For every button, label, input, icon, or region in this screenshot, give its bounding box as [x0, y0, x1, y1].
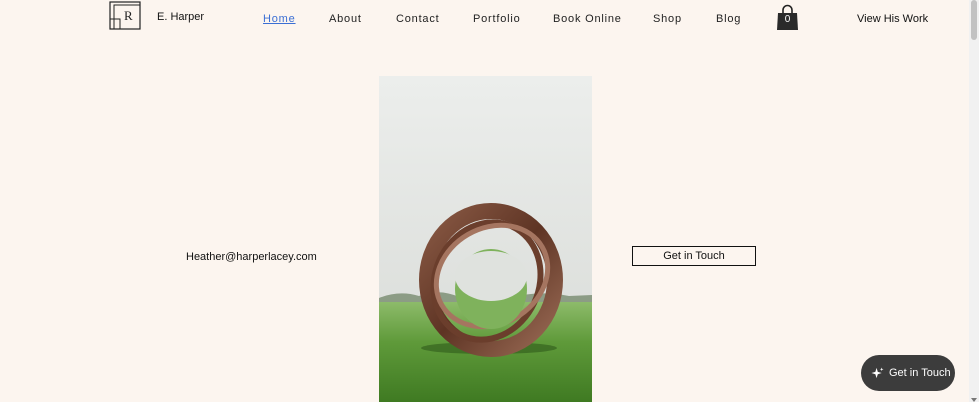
scroll-down-arrow-icon[interactable] [971, 398, 977, 402]
nav-item-portfolio[interactable]: Portfolio [473, 13, 521, 25]
scrollbar[interactable] [969, 0, 979, 402]
nav-item-book-online[interactable]: Book Online [553, 13, 622, 25]
cart-button[interactable]: 0 [776, 4, 799, 31]
view-work-link[interactable]: View His Work [857, 13, 928, 25]
nav-item-contact[interactable]: Contact [396, 13, 440, 25]
chat-widget-button[interactable]: Get in Touch [861, 355, 955, 391]
sculpture-image [379, 76, 592, 402]
nav-item-blog[interactable]: Blog [716, 13, 741, 25]
nav-item-home[interactable]: Home [263, 13, 296, 25]
nav-item-about[interactable]: About [329, 13, 362, 25]
email-address[interactable]: Heather@harperlacey.com [186, 251, 317, 263]
get-in-touch-button[interactable]: Get in Touch [632, 246, 756, 266]
scrollbar-thumb[interactable] [971, 0, 977, 40]
chat-widget-label: Get in Touch [889, 367, 951, 379]
nav-item-shop[interactable]: Shop [653, 13, 682, 25]
main-nav: Home About Contact Portfolio Book Online… [0, 13, 969, 27]
sparkle-icon [871, 366, 884, 378]
cart-count: 0 [784, 14, 791, 25]
site-header: R E. Harper Home About Contact Portfolio… [0, 0, 969, 40]
